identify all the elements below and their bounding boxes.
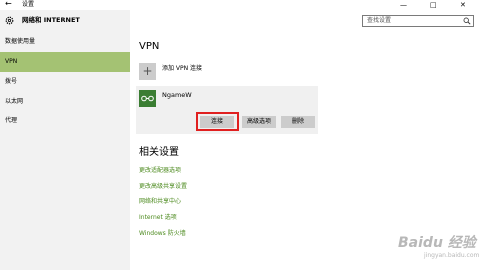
add-vpn-label: 添加 VPN 连接 xyxy=(162,65,203,72)
minimize-button[interactable]: — xyxy=(400,0,407,10)
delete-button[interactable]: 删除 xyxy=(281,116,315,128)
plus-icon: + xyxy=(142,64,153,78)
vpn-connection-icon xyxy=(139,90,156,107)
gear-icon xyxy=(5,16,14,25)
page-category-title: 网络和 INTERNET xyxy=(22,16,80,24)
related-settings-heading: 相关设置 xyxy=(139,147,179,158)
advanced-options-button[interactable]: 高级选项 xyxy=(242,116,276,128)
connect-highlight-box xyxy=(196,112,239,131)
close-button[interactable]: ✕ xyxy=(460,0,466,10)
search-icon[interactable] xyxy=(463,17,471,25)
page-title: VPN xyxy=(139,41,160,52)
window-title: 设置 xyxy=(22,1,35,8)
link-advanced-sharing[interactable]: 更改高级共享设置 xyxy=(139,182,187,191)
sidebar-item-proxy[interactable]: 代理 xyxy=(0,111,130,131)
search-placeholder: 查找设置 xyxy=(367,17,392,24)
sidebar-item-dialup[interactable]: 拨号 xyxy=(0,72,130,92)
vpn-key-icon xyxy=(141,95,154,102)
sidebar-item-vpn[interactable]: VPN xyxy=(0,52,130,72)
sidebar-item-data-usage[interactable]: 数据使用量 xyxy=(0,32,130,52)
search-input[interactable]: 查找设置 xyxy=(362,15,474,27)
vpn-connection-name: NgameW xyxy=(162,91,192,99)
link-internet-options[interactable]: Internet 选项 xyxy=(139,213,177,222)
maximize-button[interactable]: □ xyxy=(430,0,437,10)
baidu-watermark: Baidu 经验 xyxy=(398,235,476,251)
title-bar: ← 设置 — □ ✕ xyxy=(0,0,482,10)
link-adapter-options[interactable]: 更改适配器选项 xyxy=(139,166,181,175)
link-windows-firewall[interactable]: Windows 防火墙 xyxy=(139,229,186,238)
sidebar-item-ethernet[interactable]: 以太网 xyxy=(0,92,130,112)
baidu-watermark-url: jingyan.baidu.com xyxy=(424,252,480,259)
back-arrow-icon[interactable]: ← xyxy=(5,0,12,9)
link-network-sharing-center[interactable]: 网络和共享中心 xyxy=(139,197,181,206)
